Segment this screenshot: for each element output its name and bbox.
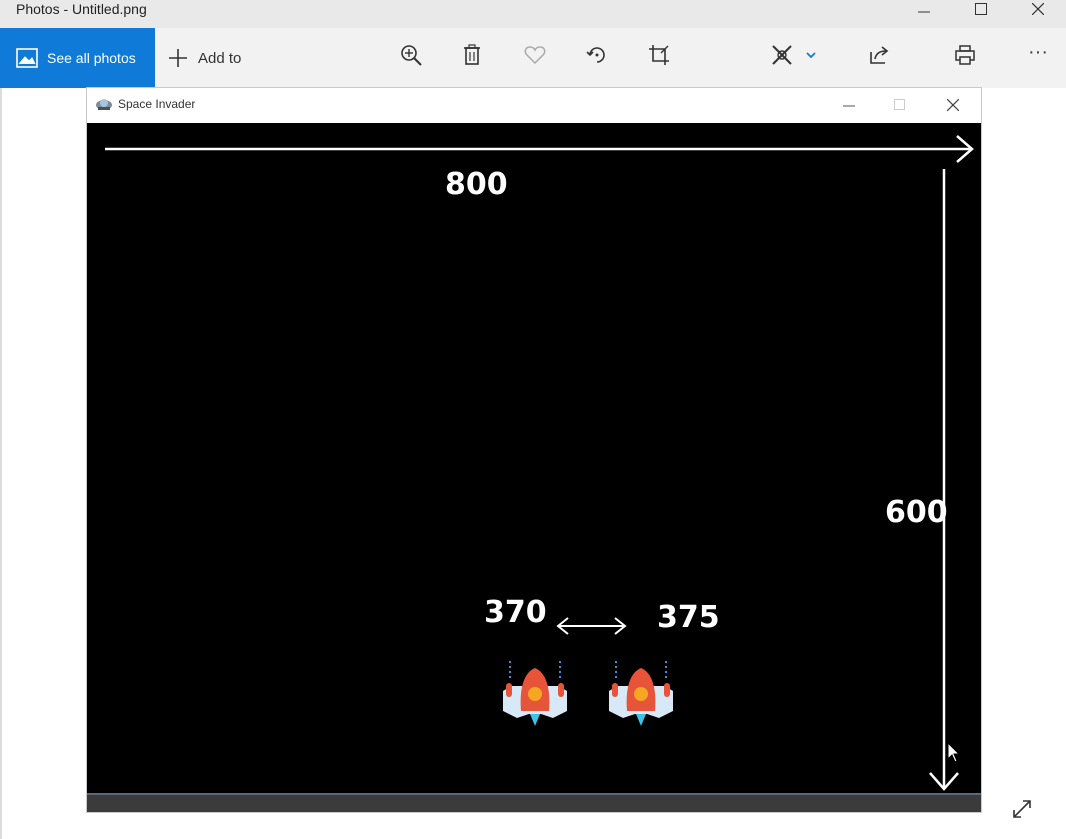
height-label: 600 xyxy=(885,495,948,530)
crop-icon xyxy=(649,45,669,65)
game-window-bottom-bar xyxy=(87,793,981,812)
print-icon xyxy=(955,45,975,65)
game-minimize-button[interactable] xyxy=(834,96,864,114)
edit-draw-icon xyxy=(772,45,816,65)
expand-button[interactable] xyxy=(1010,797,1034,826)
mouse-cursor xyxy=(947,741,961,763)
rotate-icon xyxy=(586,47,605,63)
edit-draw-button[interactable] xyxy=(768,40,820,70)
game-canvas: 800 600 370 375 xyxy=(87,123,981,793)
favorite-icon xyxy=(524,46,546,65)
expand-icon xyxy=(1013,800,1031,818)
maximize-icon xyxy=(975,3,987,15)
add-to-button[interactable]: Add to xyxy=(168,28,241,88)
minimize-icon xyxy=(843,105,855,107)
maximize-button[interactable] xyxy=(958,0,1004,18)
favorite-button[interactable] xyxy=(520,40,550,70)
space-invader-window: Space Invader 800 600 370 375 xyxy=(87,88,981,812)
app-icon xyxy=(95,96,113,119)
zoom-in-button[interactable] xyxy=(396,40,426,70)
more-options-button[interactable]: ··· xyxy=(1025,42,1051,70)
player-ship-1 xyxy=(503,661,567,726)
width-label: 800 xyxy=(445,167,508,202)
position-left-label: 370 xyxy=(484,595,547,630)
window-title: Photos - Untitled.png xyxy=(16,1,147,17)
rotate-button[interactable] xyxy=(582,40,612,70)
photos-title-bar: Photos - Untitled.png xyxy=(0,0,1066,28)
close-icon xyxy=(1032,3,1044,15)
minimize-icon xyxy=(918,11,930,13)
close-button[interactable] xyxy=(1015,0,1061,18)
close-icon xyxy=(947,99,959,111)
see-all-photos-label: See all photos xyxy=(47,50,136,66)
share-button[interactable] xyxy=(864,40,894,70)
annotation-overlay xyxy=(105,135,974,791)
game-maximize-button[interactable] xyxy=(885,96,915,114)
add-to-label: Add to xyxy=(198,49,242,67)
maximize-icon xyxy=(894,99,905,110)
crop-button[interactable] xyxy=(644,40,674,70)
see-all-photos-button[interactable]: See all photos xyxy=(0,28,155,88)
window-edge xyxy=(0,88,2,839)
game-title-bar: Space Invader xyxy=(87,88,981,123)
print-button[interactable] xyxy=(950,40,980,70)
plus-icon xyxy=(168,48,188,68)
game-window-title: Space Invader xyxy=(118,97,196,111)
share-icon xyxy=(870,46,889,64)
position-right-label: 375 xyxy=(657,600,720,635)
photo-icon xyxy=(16,48,38,68)
player-ship-2 xyxy=(609,661,673,726)
photos-toolbar: See all photos Add to ··· xyxy=(0,28,1066,88)
delete-button[interactable] xyxy=(457,40,487,70)
game-close-button[interactable] xyxy=(938,96,968,114)
minimize-button[interactable] xyxy=(901,0,947,18)
delete-icon xyxy=(464,44,480,65)
zoom-in-icon xyxy=(401,45,422,66)
